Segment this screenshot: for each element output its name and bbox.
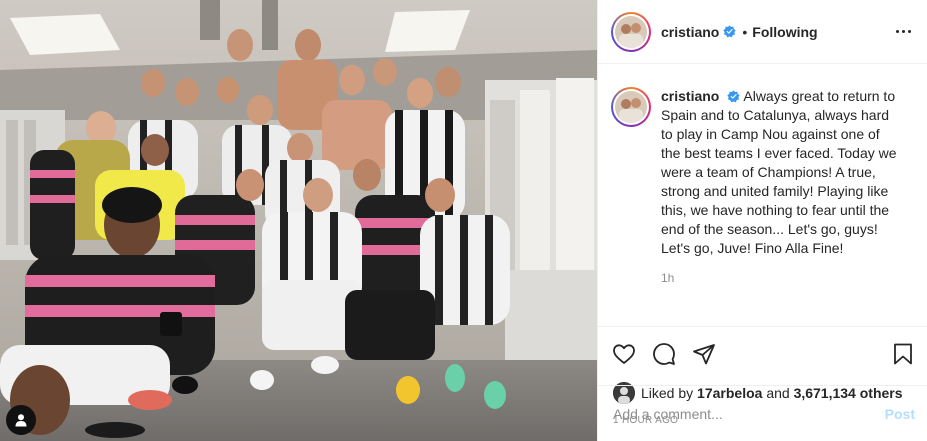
paper-plane-icon	[693, 344, 715, 365]
verified-badge-icon	[727, 90, 740, 103]
header-username[interactable]: cristiano	[661, 24, 719, 40]
caption-body-text: Always great to return to Spain and to C…	[661, 88, 897, 256]
caption-username[interactable]: cristiano	[661, 88, 719, 104]
comment-box: Post	[598, 385, 927, 441]
caption-avatar-image	[615, 91, 647, 123]
verified-badge-icon	[723, 25, 737, 38]
locker-room-team-photo	[0, 0, 597, 441]
comment-bubble-icon	[653, 343, 675, 365]
avatar[interactable]	[611, 11, 651, 52]
comment-button[interactable]	[650, 340, 678, 368]
instagram-post: cristiano • Following cristiano Always g…	[0, 0, 927, 441]
heart-icon	[613, 344, 635, 364]
caption-avatar[interactable]	[611, 87, 651, 127]
share-button[interactable]	[690, 340, 718, 368]
save-button[interactable]	[889, 340, 917, 368]
post-comment-button[interactable]: Post	[885, 406, 915, 422]
more-options-icon[interactable]	[896, 30, 911, 33]
avatar-image	[615, 15, 647, 48]
caption-text: cristiano Always great to return to Spai…	[661, 87, 901, 258]
following-button[interactable]: Following	[752, 24, 817, 40]
caption-time[interactable]: 1h	[661, 271, 901, 285]
post-header: cristiano • Following	[598, 0, 927, 64]
header-separator: •	[742, 23, 748, 40]
caption-section: cristiano Always great to return to Spai…	[598, 64, 927, 326]
user-tag-icon	[15, 414, 27, 427]
post-side-panel: cristiano • Following cristiano Always g…	[597, 0, 927, 441]
action-bar	[598, 326, 927, 381]
like-button[interactable]	[610, 340, 638, 368]
comment-input[interactable]	[613, 405, 885, 422]
user-tag-button[interactable]	[6, 405, 36, 435]
bookmark-icon	[894, 343, 912, 365]
post-photo[interactable]	[0, 0, 597, 441]
